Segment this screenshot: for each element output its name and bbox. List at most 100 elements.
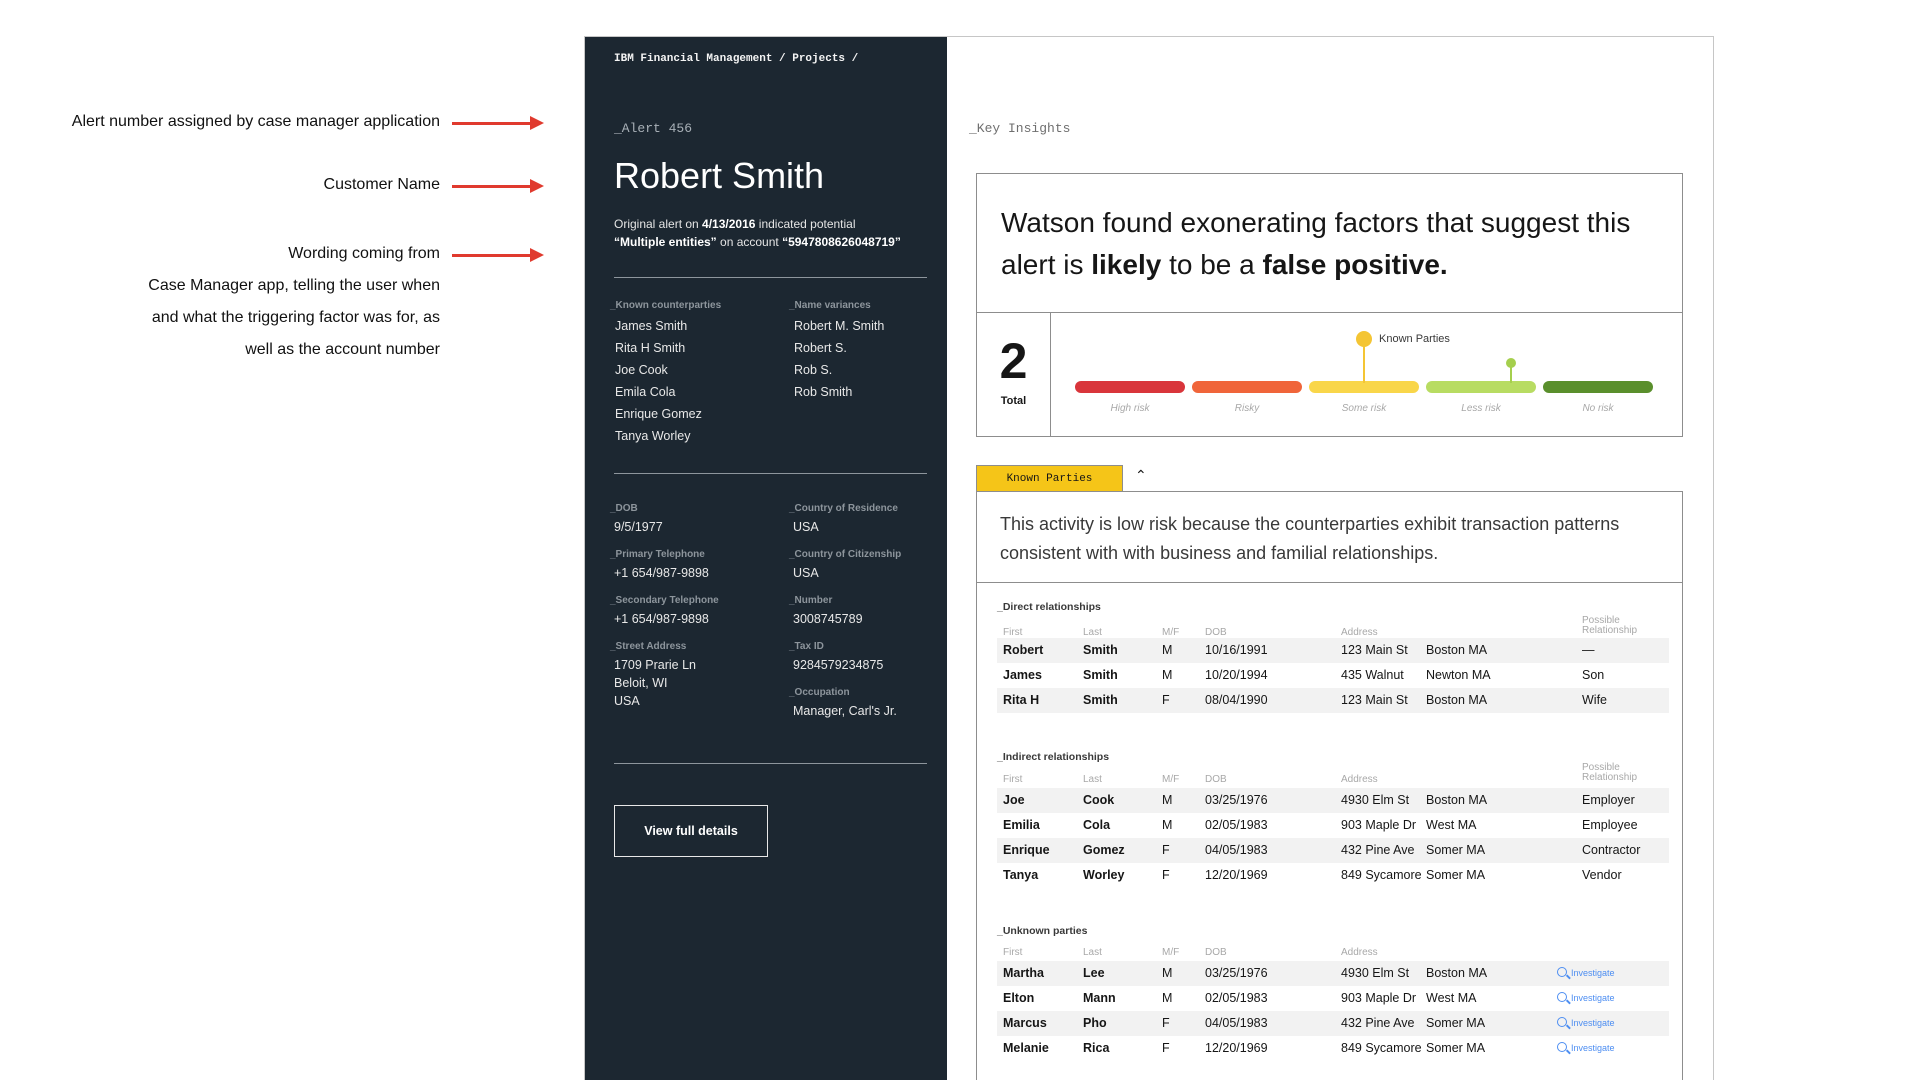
table-row: Martha Lee M 03/25/1976 4930 Elm St Boston MA… [997, 961, 1669, 986]
cell-first: Robert [1003, 643, 1044, 657]
header-relationship: Relationship [1582, 772, 1638, 783]
counterparty-item: Rita H Smith [615, 341, 686, 355]
cell-first: Melanie [1003, 1041, 1049, 1055]
known-parties-pin-icon[interactable] [1356, 331, 1372, 347]
cell-city: Somer MA [1426, 1041, 1486, 1055]
cell-mf: F [1162, 1016, 1170, 1030]
cell-relationship: — [1582, 643, 1595, 657]
field-value: USA [793, 566, 819, 580]
pin-icon[interactable] [1506, 358, 1516, 368]
investigate-link[interactable]: Investigate [1557, 1036, 1615, 1061]
header-last: Last [1083, 627, 1102, 638]
detail-street-address: _Street Address 1709 Prarie Ln Beloit, W… [610, 641, 780, 710]
field-label: _Secondary Telephone [610, 595, 719, 606]
cell-mf: M [1162, 643, 1173, 657]
cell-mf: M [1162, 793, 1173, 807]
cell-first: James [1003, 668, 1042, 682]
cell-street: 903 Maple Dr [1341, 818, 1417, 832]
total-count: 2 Total [977, 313, 1051, 436]
cell-last: Smith [1083, 693, 1118, 707]
known-counterparties: _Known counterparties James Smith Rita H… [610, 300, 721, 447]
customer-name: Robert Smith [614, 155, 825, 196]
cell-first: Joe [1003, 793, 1025, 807]
cell-dob: 10/20/1994 [1205, 668, 1268, 682]
detail-dob: _DOB 9/5/1977 [610, 503, 780, 536]
cell-street: 4930 Elm St [1341, 793, 1410, 807]
detail-number: _Number 3008745789 [789, 595, 939, 628]
counterparty-item: Emila Cola [615, 385, 676, 399]
divider [614, 763, 927, 764]
cell-mf: F [1162, 693, 1170, 707]
cell-last: Pho [1083, 1016, 1107, 1030]
cell-relationship: Contractor [1582, 843, 1641, 857]
investigate-link[interactable]: Investigate [1557, 986, 1615, 1011]
cell-last: Rica [1083, 1041, 1110, 1055]
counterparty-item: Joe Cook [615, 363, 668, 377]
search-icon [1557, 967, 1567, 977]
risk-bar-high [1075, 381, 1185, 393]
table-row: Emilia Cola M 02/05/1983 903 Maple Dr West MA… [997, 813, 1669, 838]
header-address: Address [1341, 774, 1378, 785]
risk-label: Less risk [1461, 403, 1501, 414]
header-first: First [1003, 774, 1023, 785]
insight-emphasis: false positive. [1262, 249, 1448, 280]
annotation-line: Wording coming from [288, 245, 440, 262]
table-row: Robert Smith M 10/16/1991 123 Main St Boston … [997, 638, 1669, 663]
alert-id: _Alert 456 [614, 121, 693, 136]
breadcrumb[interactable]: IBM Financial Management / Projects / [614, 53, 858, 65]
header-last: Last [1083, 947, 1102, 958]
divider [614, 473, 927, 474]
risk-bar-none [1543, 381, 1653, 393]
table-header: First Last M/F DOB Address [977, 941, 1682, 963]
cell-city: Somer MA [1426, 1016, 1486, 1030]
field-value: +1 654/987-9898 [614, 566, 709, 580]
field-label: _Country of Citizenship [789, 549, 902, 560]
chevron-up-icon[interactable]: ⌃ [1135, 467, 1147, 484]
cell-relationship: Employer [1582, 793, 1635, 807]
field-label: _Occupation [789, 687, 850, 698]
tab-known-parties[interactable]: Known Parties [976, 465, 1123, 491]
cell-street: 903 Maple Dr [1341, 991, 1417, 1005]
field-label: _Tax ID [789, 641, 824, 652]
investigate-label: Investigate [1571, 1018, 1615, 1028]
field-value: +1 654/987-9898 [614, 612, 709, 626]
field-value: USA [614, 694, 640, 708]
relationship-tables: _Direct relationships First Last M/F DOB… [976, 582, 1683, 1080]
cell-city: Boston MA [1426, 693, 1488, 707]
section-title-unknown: _Unknown parties [997, 925, 1088, 937]
cell-dob: 03/25/1976 [1205, 966, 1268, 980]
annotation-arrow [452, 248, 544, 262]
insight-emphasis: likely [1091, 249, 1162, 280]
cell-first: Martha [1003, 966, 1044, 980]
cell-dob: 04/05/1983 [1205, 843, 1268, 857]
cell-last: Gomez [1083, 843, 1125, 857]
cell-last: Worley [1083, 868, 1125, 882]
details-right: _Country of Residence USA _Country of Ci… [789, 503, 939, 733]
counterparty-item: James Smith [615, 319, 688, 333]
cell-first: Emilia [1003, 818, 1040, 832]
investigate-link[interactable]: Investigate [1557, 1011, 1615, 1036]
detail-secondary-telephone: _Secondary Telephone +1 654/987-9898 [610, 595, 780, 628]
view-full-details-button[interactable]: View full details [614, 805, 768, 857]
investigate-link[interactable]: Investigate [1557, 961, 1615, 986]
cell-street: 435 Walnut [1341, 668, 1404, 682]
header-first: First [1003, 947, 1023, 958]
field-value: 1709 Prarie Ln [614, 658, 697, 672]
cell-dob: 12/20/1969 [1205, 1041, 1268, 1055]
cell-city: Somer MA [1426, 843, 1486, 857]
header-dob: DOB [1205, 947, 1227, 958]
cell-mf: F [1162, 843, 1170, 857]
name-variance-item: Rob S. [794, 363, 833, 377]
table-row: Tanya Worley F 12/20/1969 849 Sycamore Somer … [997, 863, 1669, 888]
divider [614, 277, 927, 278]
alert-desc-text: Original alert on [614, 217, 703, 231]
total-number: 2 [999, 333, 1028, 389]
cell-dob: 12/20/1969 [1205, 868, 1268, 882]
detail-country-citizenship: _Country of Citizenship USA [789, 549, 939, 582]
cell-last: Cola [1083, 818, 1111, 832]
alert-date: 4/13/2016 [702, 217, 756, 231]
cell-dob: 02/05/1983 [1205, 818, 1268, 832]
cell-dob: 02/05/1983 [1205, 991, 1268, 1005]
cell-dob: 10/16/1991 [1205, 643, 1268, 657]
table-row: Marcus Pho F 04/05/1983 432 Pine Ave Somer MA… [997, 1011, 1669, 1036]
